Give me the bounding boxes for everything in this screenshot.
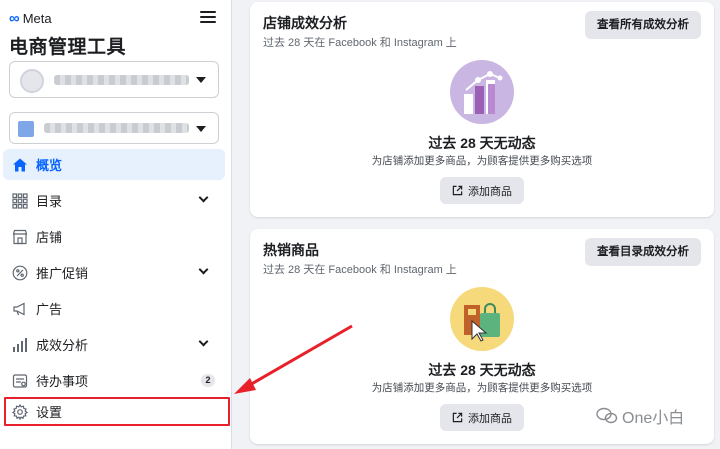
- wechat-icon: [596, 407, 618, 424]
- caret-down-icon: [196, 77, 206, 83]
- nav-label: 成效分析: [36, 338, 89, 353]
- nav-item-promotions[interactable]: 推广促销: [3, 257, 225, 288]
- nav-label: 广告: [36, 302, 63, 317]
- brand-name: Meta: [22, 11, 52, 26]
- megaphone-icon: [11, 300, 29, 318]
- bar-chart-icon: [11, 336, 29, 354]
- percent-icon: [11, 264, 29, 282]
- shop-avatar: [18, 121, 34, 137]
- add-products-label: 添加商品: [468, 185, 512, 198]
- watermark: One小白: [596, 404, 684, 428]
- card-subtitle: 过去 28 天在 Facebook 和 Instagram 上: [263, 264, 457, 276]
- nav-label: 推广促销: [36, 266, 89, 281]
- view-all-insights-button[interactable]: 查看所有成效分析: [585, 11, 701, 39]
- meta-infinity-icon: ∞: [9, 10, 20, 27]
- shop-name-redacted: [44, 123, 189, 133]
- empty-state-description: 为店铺添加更多商品，为顾客提供更多购买选项: [371, 155, 593, 167]
- chevron-down-icon: [198, 336, 209, 347]
- account-selector[interactable]: [9, 61, 219, 98]
- nav-label: 店铺: [36, 230, 63, 245]
- chevron-down-icon: [198, 264, 209, 275]
- settings-highlight-box: [4, 397, 230, 426]
- grid-icon: [11, 192, 29, 210]
- nav-item-catalog[interactable]: 目录: [3, 185, 225, 216]
- meta-logo[interactable]: ∞ Meta: [9, 10, 52, 27]
- card-subtitle: 过去 28 天在 Facebook 和 Instagram 上: [263, 37, 457, 49]
- nav-label: 目录: [36, 194, 63, 209]
- nav-label: 概览: [36, 158, 63, 173]
- store-icon: [11, 228, 29, 246]
- todo-count-badge: 2: [201, 374, 215, 387]
- account-avatar: [20, 69, 44, 93]
- nav-item-shop[interactable]: 店铺: [3, 221, 225, 252]
- empty-state-description: 为店铺添加更多商品，为顾客提供更多购买选项: [371, 382, 593, 394]
- shopping-bag-illustration: [450, 287, 514, 351]
- add-products-button[interactable]: 添加商品: [440, 404, 524, 431]
- add-products-button[interactable]: 添加商品: [440, 177, 524, 204]
- chevron-down-icon: [198, 192, 209, 203]
- add-products-label: 添加商品: [468, 412, 512, 425]
- shop-performance-card: 店铺成效分析 过去 28 天在 Facebook 和 Instagram 上 查…: [250, 2, 714, 217]
- todo-icon: [11, 372, 29, 390]
- nav-item-ads[interactable]: 广告: [3, 293, 225, 324]
- sidebar: ∞ Meta 电商管理工具 概览 目录 店铺 推广促销 广告 成效分析 待办事项…: [0, 0, 232, 449]
- app-title: 电商管理工具: [9, 37, 127, 58]
- account-name-redacted: [54, 75, 189, 85]
- nav-item-analytics[interactable]: 成效分析: [3, 329, 225, 360]
- menu-icon[interactable]: [200, 9, 216, 25]
- watermark-text: One小白: [622, 410, 685, 427]
- external-link-icon: [452, 185, 463, 196]
- caret-down-icon: [196, 126, 206, 132]
- empty-state-title: 过去 28 天无动态: [428, 135, 536, 151]
- external-link-icon: [452, 412, 463, 423]
- home-icon: [11, 156, 29, 174]
- nav-label: 待办事项: [36, 374, 89, 389]
- view-catalog-insights-button[interactable]: 查看目录成效分析: [585, 238, 701, 266]
- empty-state-title: 过去 28 天无动态: [428, 362, 536, 378]
- nav-item-overview[interactable]: 概览: [3, 149, 225, 180]
- card-title: 店铺成效分析: [263, 15, 347, 31]
- nav-item-todo[interactable]: 待办事项 2: [3, 365, 225, 396]
- analytics-chart-illustration: [450, 60, 514, 124]
- card-title: 热销商品: [263, 242, 319, 258]
- shop-selector[interactable]: [9, 112, 219, 144]
